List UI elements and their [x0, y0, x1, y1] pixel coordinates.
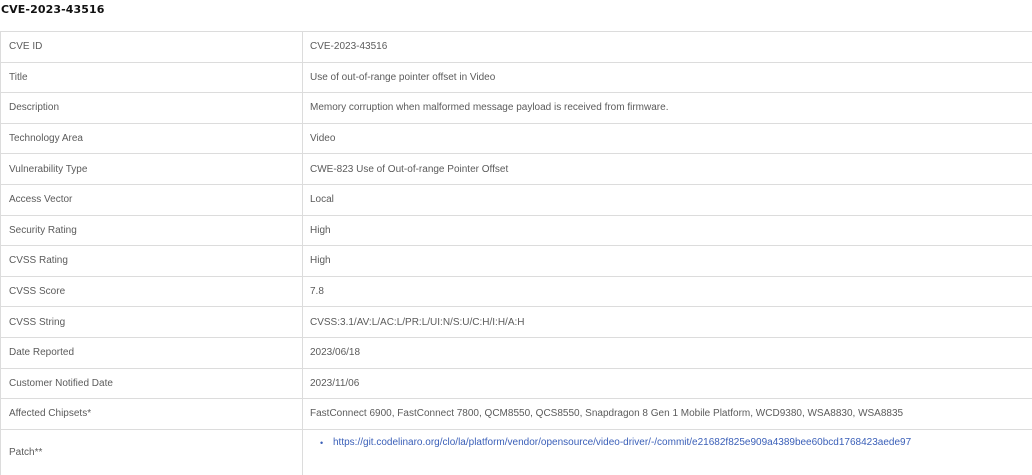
- patch-list: • https://git.codelinaro.org/clo/la/plat…: [310, 437, 1025, 449]
- date-reported-label: Date Reported: [1, 337, 303, 368]
- row-cvss-string: CVSS String CVSS:3.1/AV:L/AC:L/PR:L/UI:N…: [1, 307, 1032, 338]
- row-security-rating: Security Rating High: [1, 215, 1032, 246]
- patch-value: • https://git.codelinaro.org/clo/la/plat…: [303, 429, 1032, 475]
- row-affected-chipsets: Affected Chipsets* FastConnect 6900, Fas…: [1, 399, 1032, 430]
- cvss-string-label: CVSS String: [1, 307, 303, 338]
- cvss-rating-label: CVSS Rating: [1, 246, 303, 277]
- row-vulnerability-type: Vulnerability Type CWE-823 Use of Out-of…: [1, 154, 1032, 185]
- technology-area-label: Technology Area: [1, 123, 303, 154]
- affected-chipsets-label: Affected Chipsets*: [1, 399, 303, 430]
- row-cve-id: CVE ID CVE-2023-43516: [1, 32, 1032, 63]
- description-value: Memory corruption when malformed message…: [303, 93, 1032, 124]
- row-description: Description Memory corruption when malfo…: [1, 93, 1032, 124]
- cve-details-table: CVE ID CVE-2023-43516 Title Use of out-o…: [0, 31, 1032, 475]
- cvss-string-value: CVSS:3.1/AV:L/AC:L/PR:L/UI:N/S:U/C:H/I:H…: [303, 307, 1032, 338]
- row-cvss-score: CVSS Score 7.8: [1, 276, 1032, 307]
- affected-chipsets-value: FastConnect 6900, FastConnect 7800, QCM8…: [303, 399, 1032, 430]
- patch-list-item: • https://git.codelinaro.org/clo/la/plat…: [318, 437, 1025, 449]
- security-rating-value: High: [303, 215, 1032, 246]
- technology-area-value: Video: [303, 123, 1032, 154]
- row-access-vector: Access Vector Local: [1, 184, 1032, 215]
- row-patch: Patch** • https://git.codelinaro.org/clo…: [1, 429, 1032, 475]
- title-value: Use of out-of-range pointer offset in Vi…: [303, 62, 1032, 93]
- row-title: Title Use of out-of-range pointer offset…: [1, 62, 1032, 93]
- cve-id-label: CVE ID: [1, 32, 303, 63]
- access-vector-value: Local: [303, 184, 1032, 215]
- cve-id-value: CVE-2023-43516: [303, 32, 1032, 63]
- cvss-score-label: CVSS Score: [1, 276, 303, 307]
- page-title: CVE-2023-43516: [1, 3, 105, 17]
- patch-link[interactable]: https://git.codelinaro.org/clo/la/platfo…: [333, 437, 911, 448]
- access-vector-label: Access Vector: [1, 184, 303, 215]
- customer-notified-date-label: Customer Notified Date: [1, 368, 303, 399]
- date-reported-value: 2023/06/18: [303, 337, 1032, 368]
- title-label: Title: [1, 62, 303, 93]
- row-customer-notified-date: Customer Notified Date 2023/11/06: [1, 368, 1032, 399]
- row-cvss-rating: CVSS Rating High: [1, 246, 1032, 277]
- vulnerability-type-value: CWE-823 Use of Out-of-range Pointer Offs…: [303, 154, 1032, 185]
- cvss-score-value: 7.8: [303, 276, 1032, 307]
- security-rating-label: Security Rating: [1, 215, 303, 246]
- customer-notified-date-value: 2023/11/06: [303, 368, 1032, 399]
- bullet-icon: •: [320, 437, 323, 449]
- vulnerability-type-label: Vulnerability Type: [1, 154, 303, 185]
- row-technology-area: Technology Area Video: [1, 123, 1032, 154]
- description-label: Description: [1, 93, 303, 124]
- patch-label: Patch**: [1, 429, 303, 475]
- cvss-rating-value: High: [303, 246, 1032, 277]
- row-date-reported: Date Reported 2023/06/18: [1, 337, 1032, 368]
